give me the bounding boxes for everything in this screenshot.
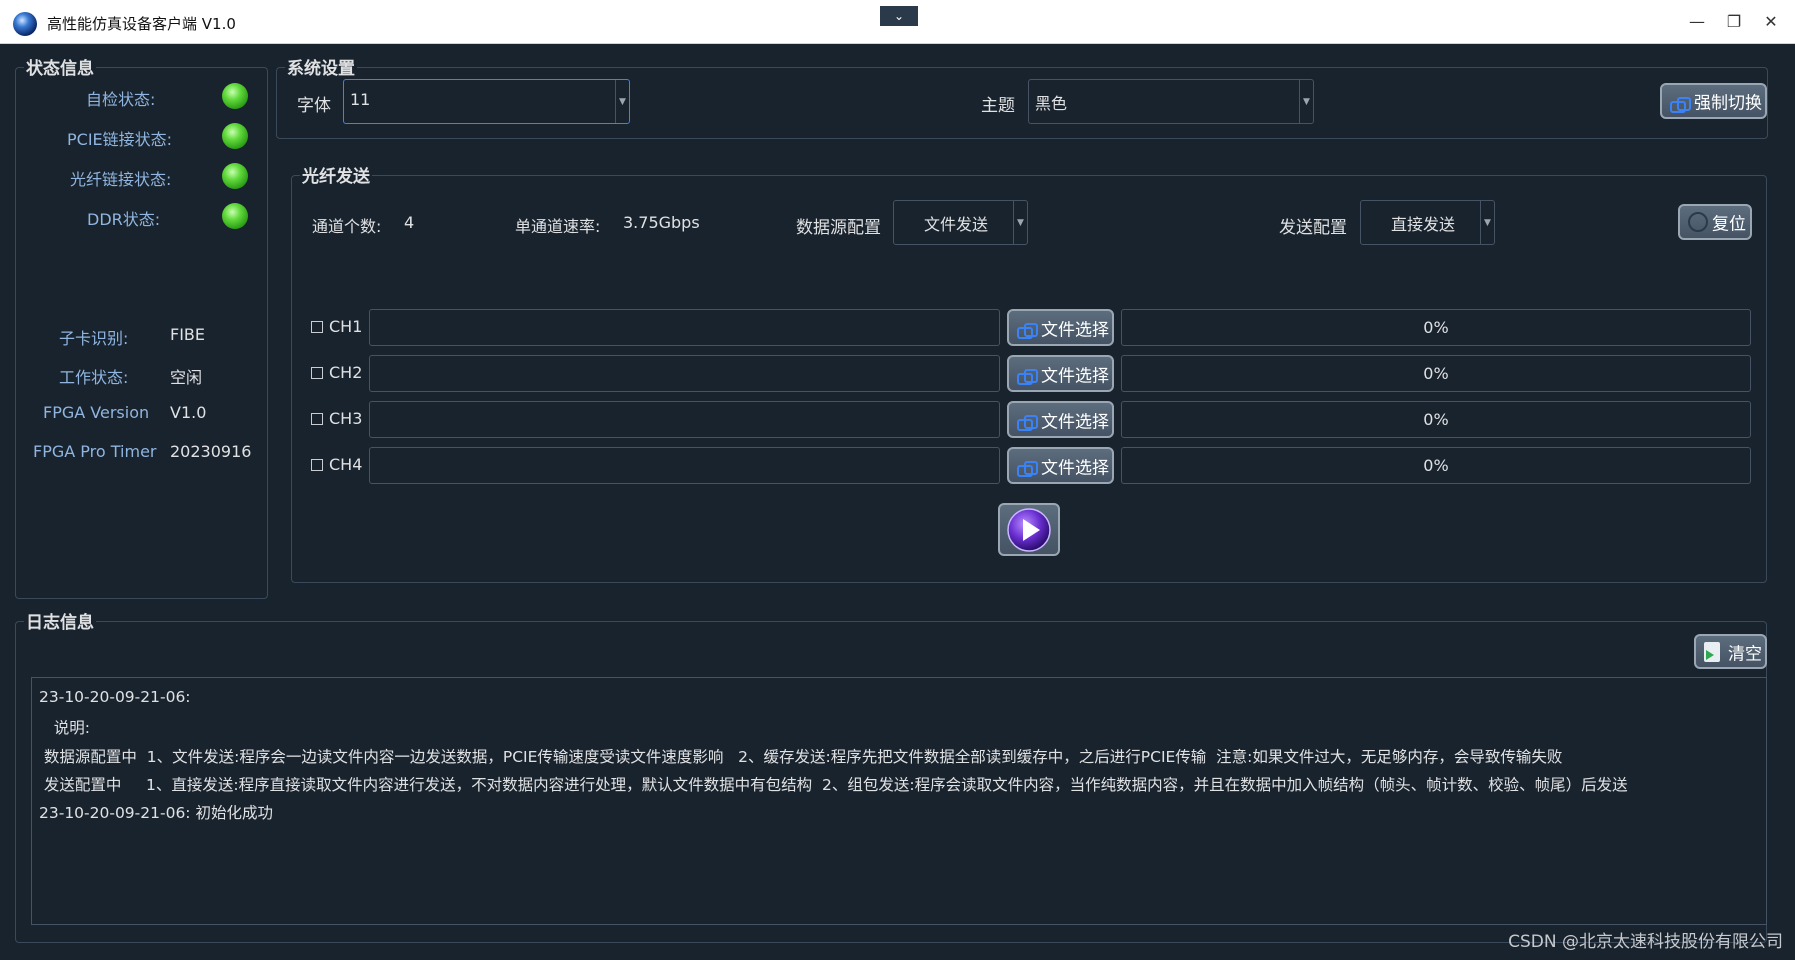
chevron-down-icon[interactable]: ▼: [1299, 80, 1313, 123]
status-panel-title: 状态信息: [24, 54, 96, 79]
ch1-file-select-label: 文件选择: [1041, 320, 1109, 340]
clear-icon: [1704, 641, 1720, 662]
send-config-value: 直接发送: [1391, 215, 1456, 234]
fiber-link-status-led: [222, 163, 248, 189]
subcard-id-value: FIBE: [170, 325, 206, 344]
ch4-file-path-input[interactable]: [369, 447, 1000, 484]
pcie-link-status-led: [222, 123, 248, 149]
log-line: 23-10-20-09-21-06: 初始化成功: [39, 804, 273, 822]
fpga-pro-timer-value: 20230916: [170, 442, 252, 461]
theme-combobox[interactable]: 黑色 ▼: [1028, 79, 1314, 124]
font-size-value: 11: [350, 90, 371, 109]
clear-log-button[interactable]: 清空: [1694, 634, 1767, 669]
ch1-checkbox[interactable]: [311, 321, 323, 333]
self-check-label: 自检状态:: [86, 90, 156, 109]
ch1-label: CH1: [329, 317, 363, 336]
ch3-label: CH3: [329, 409, 363, 428]
ddr-status-label: DDR状态:: [87, 210, 161, 229]
channel-count-value: 4: [404, 213, 415, 232]
close-icon[interactable]: ✕: [1757, 10, 1785, 34]
send-config-label: 发送配置: [1279, 218, 1347, 238]
log-text-area[interactable]: 23-10-20-09-21-06: 说明: 数据源配置中 1、文件发送:程序会…: [31, 677, 1767, 925]
ch1-progress-bar: 0%: [1121, 309, 1751, 346]
ch3-file-path-input[interactable]: [369, 401, 1000, 438]
window-title: 高性能仿真设备客户端 V1.0: [47, 15, 236, 33]
ch2-file-select-button[interactable]: 文件选择: [1007, 355, 1114, 392]
app-logo-icon: [13, 12, 37, 36]
ddr-status-led: [222, 203, 248, 229]
force-switch-button[interactable]: 强制切换: [1660, 83, 1767, 119]
font-size-combobox[interactable]: 11 ▼: [343, 79, 630, 124]
ch3-progress-bar: 0%: [1121, 401, 1751, 438]
file-icon: [1017, 461, 1038, 477]
self-check-status-led: [222, 83, 248, 109]
ch2-progress-bar: 0%: [1121, 355, 1751, 392]
reset-icon: [1688, 212, 1708, 232]
data-source-label: 数据源配置: [796, 218, 881, 238]
fiber-link-label: 光纤链接状态:: [70, 170, 172, 189]
file-icon: [1017, 323, 1038, 339]
channel-rate-label: 单通道速率:: [515, 217, 601, 236]
ch4-checkbox[interactable]: [311, 459, 323, 471]
work-status-label: 工作状态:: [59, 368, 129, 387]
minimize-icon[interactable]: —: [1683, 10, 1711, 34]
ch2-file-select-label: 文件选择: [1041, 366, 1109, 386]
font-label: 字体: [297, 96, 331, 116]
log-line: 说明:: [39, 719, 91, 737]
log-line: 发送配置中 1、直接发送:程序直接读取文件内容进行发送，不对数据内容进行处理，默…: [39, 776, 1628, 794]
fpga-version-value: V1.0: [170, 403, 207, 422]
fiber-send-title: 光纤发送: [300, 162, 372, 187]
pcie-link-label: PCIE链接状态:: [67, 130, 173, 149]
ch4-progress-bar: 0%: [1121, 447, 1751, 484]
ch2-checkbox[interactable]: [311, 367, 323, 379]
ch2-file-path-input[interactable]: [369, 355, 1000, 392]
send-config-combobox[interactable]: 直接发送 ▼: [1360, 200, 1495, 245]
ch3-checkbox[interactable]: [311, 413, 323, 425]
reset-label: 复位: [1712, 214, 1746, 235]
fpga-version-label: FPGA Version: [43, 403, 150, 422]
system-settings-title: 系统设置: [285, 54, 357, 79]
csdn-watermark: CSDN @北京太速科技股份有限公司: [1508, 932, 1783, 952]
chevron-down-icon[interactable]: ▼: [615, 80, 629, 123]
file-icon: [1017, 415, 1038, 431]
ch4-file-select-button[interactable]: 文件选择: [1007, 447, 1114, 484]
work-status-value: 空闲: [170, 368, 203, 387]
ch3-file-select-button[interactable]: 文件选择: [1007, 401, 1114, 438]
switch-icon: [1670, 97, 1691, 113]
channel-rate-value: 3.75Gbps: [623, 213, 700, 232]
theme-value: 黑色: [1035, 94, 1068, 113]
data-source-value: 文件发送: [924, 215, 989, 234]
ch4-label: CH4: [329, 455, 363, 474]
force-switch-label: 强制切换: [1694, 93, 1762, 114]
ch1-file-path-input[interactable]: [369, 309, 1000, 346]
play-icon: [1007, 508, 1051, 552]
ch2-label: CH2: [329, 363, 363, 382]
log-line: 23-10-20-09-21-06:: [39, 688, 191, 706]
chevron-down-icon[interactable]: ▼: [1013, 201, 1027, 244]
theme-label: 主题: [981, 96, 1015, 116]
file-icon: [1017, 369, 1038, 385]
title-bar: 高性能仿真设备客户端 V1.0 ⌄ — ❐ ✕: [0, 0, 1795, 44]
subcard-id-label: 子卡识别:: [59, 329, 129, 348]
log-panel-title: 日志信息: [24, 608, 96, 633]
ch1-file-select-button[interactable]: 文件选择: [1007, 309, 1114, 346]
chevron-down-icon[interactable]: ▼: [1480, 201, 1494, 244]
channel-count-label: 通道个数:: [312, 217, 382, 236]
log-line: 数据源配置中 1、文件发送:程序会一边读文件内容一边发送数据，PCIE传输速度受…: [39, 748, 1563, 766]
chevron-down-icon[interactable]: ⌄: [880, 6, 918, 26]
start-send-button[interactable]: [998, 503, 1060, 556]
ch3-file-select-label: 文件选择: [1041, 412, 1109, 432]
ch4-file-select-label: 文件选择: [1041, 458, 1109, 478]
restore-icon[interactable]: ❐: [1720, 10, 1748, 34]
data-source-combobox[interactable]: 文件发送 ▼: [893, 200, 1028, 245]
reset-button[interactable]: 复位: [1678, 204, 1752, 240]
clear-log-label: 清空: [1728, 644, 1762, 664]
fpga-pro-timer-label: FPGA Pro Timer: [33, 442, 157, 461]
